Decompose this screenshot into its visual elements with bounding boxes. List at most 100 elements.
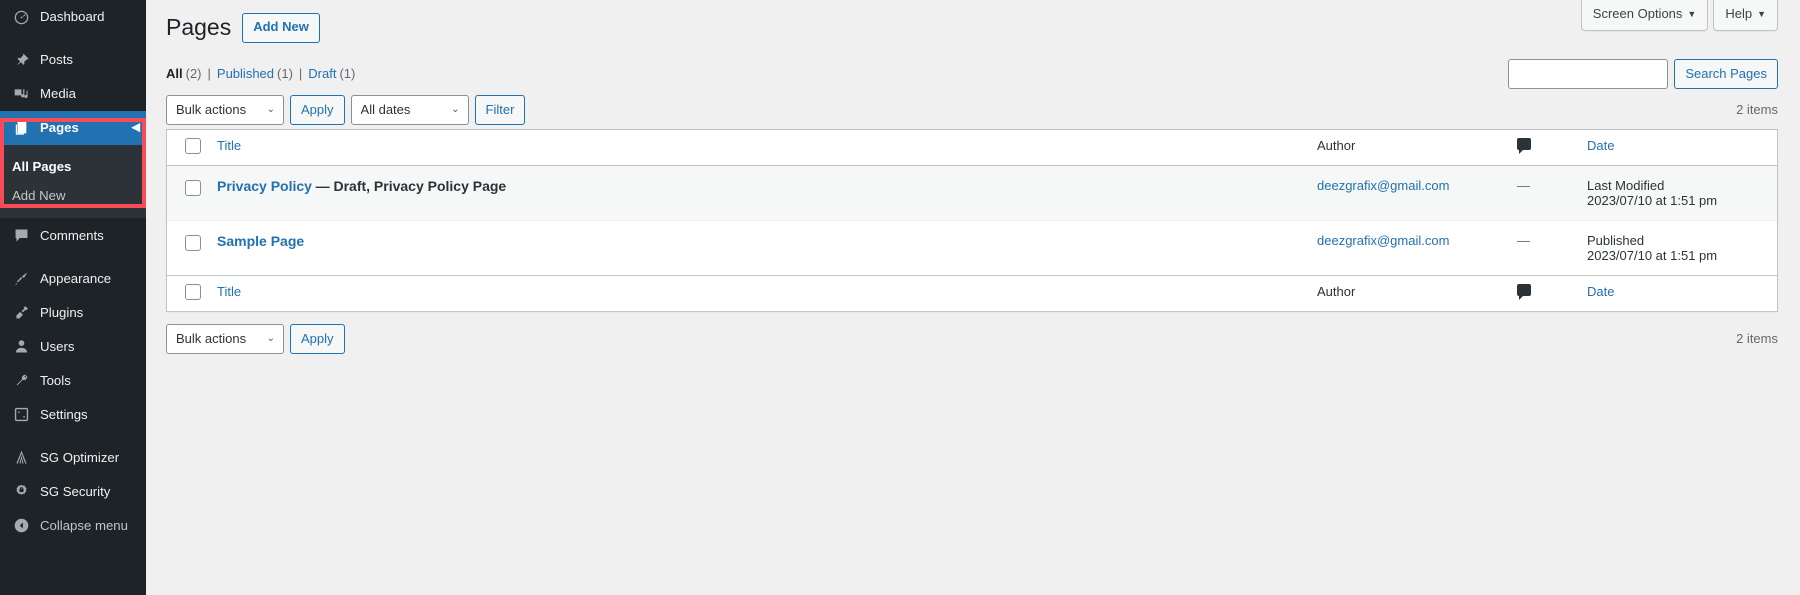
filter-all-label: All [166, 66, 183, 82]
pages-submenu: All Pages Add New [0, 145, 146, 219]
select-all-checkbox-top[interactable] [185, 137, 201, 154]
filter-draft[interactable]: Draft [308, 66, 336, 81]
submenu-item-label: All Pages [12, 159, 72, 174]
tablenav-bottom-actions: Bulk actions ⌄ Apply [166, 323, 345, 354]
table-row: Privacy Policy — Draft, Privacy Policy P… [167, 165, 1777, 221]
row-checkbox[interactable] [185, 179, 201, 196]
apply-button-bottom[interactable]: Apply [290, 323, 345, 354]
select-all-footer [167, 274, 207, 311]
column-footer-comments [1507, 274, 1577, 311]
row-select-cell [167, 166, 207, 221]
page-title: Pages [166, 14, 232, 40]
row-title-cell: Privacy Policy — Draft, Privacy Policy P… [207, 166, 1307, 221]
row-select-cell [167, 221, 207, 275]
sidebar-item-sg-optimizer[interactable]: SG Optimizer [0, 440, 146, 474]
help-button[interactable]: Help ▼ [1713, 0, 1778, 31]
sidebar-item-settings[interactable]: Settings [0, 397, 146, 431]
plugin-icon [10, 304, 32, 321]
sort-by-date-footer[interactable]: Date [1587, 284, 1614, 299]
row-title-link[interactable]: Privacy Policy [217, 178, 312, 194]
collapse-menu-label: Collapse menu [40, 517, 128, 533]
row-date-value: 2023/07/10 at 1:51 pm [1587, 192, 1718, 208]
select-all-checkbox-bottom[interactable] [185, 283, 201, 300]
sidebar-item-users[interactable]: Users [0, 329, 146, 363]
sidebar-item-label: Media [40, 86, 76, 102]
column-header-comments [1507, 130, 1577, 166]
row-date-cell: Published 2023/07/10 at 1:51 pm [1577, 221, 1777, 275]
sidebar-item-label: SG Security [40, 483, 111, 499]
page-title-row: Pages Add New [166, 0, 1778, 43]
sidebar-item-plugins[interactable]: Plugins [0, 295, 146, 329]
dates-select-wrapper: All dates ⌄ [350, 94, 469, 125]
sidebar-item-appearance[interactable]: Appearance [0, 261, 146, 295]
row-post-state: — Draft, Privacy Policy Page [315, 177, 507, 194]
items-count-top: 2 items [1736, 102, 1778, 118]
filters-and-search-row: All (2) | Published (1) | Draft (1) Sear… [166, 58, 1778, 89]
filter-separator: | [298, 66, 303, 82]
sort-by-title-footer[interactable]: Title [217, 284, 241, 299]
table-header-row: Title Author Date [167, 130, 1777, 166]
filter-published-label: Published [216, 66, 275, 82]
apply-button-top[interactable]: Apply [290, 94, 345, 125]
filter-all[interactable]: All [166, 66, 183, 81]
table-body: Privacy Policy — Draft, Privacy Policy P… [167, 165, 1777, 275]
filter-button[interactable]: Filter [474, 94, 526, 125]
bulk-actions-select-wrapper: Bulk actions ⌄ [166, 94, 284, 125]
status-filter-links: All (2) | Published (1) | Draft (1) [166, 66, 355, 81]
sidebar-item-comments[interactable]: Comments [0, 218, 146, 252]
collapse-left-icon [10, 517, 32, 534]
table-foot: Title Author Date [167, 274, 1777, 311]
filter-draft-count: (1) [339, 66, 356, 82]
sidebar-item-label: Appearance [40, 270, 112, 286]
filter-separator: | [207, 66, 211, 82]
submenu-item-label: Add New [12, 188, 66, 204]
row-comments-value: — [1517, 232, 1530, 248]
row-author-link[interactable]: deezgrafix@gmail.com [1317, 178, 1449, 193]
row-date-status: Published [1587, 232, 1645, 248]
dates-select[interactable]: All dates [350, 94, 469, 125]
sort-by-title[interactable]: Title [217, 138, 241, 153]
row-date-status: Last Modified [1587, 177, 1665, 193]
column-footer-date: Date [1577, 274, 1777, 311]
screen-options-label: Screen Options [1592, 6, 1683, 21]
sort-by-date[interactable]: Date [1587, 138, 1614, 153]
table-row: Sample Page deezgrafix@gmail.com — Publi… [167, 221, 1777, 275]
sidebar-item-dashboard[interactable]: Dashboard [0, 0, 146, 34]
sidebar-item-media[interactable]: Media [0, 77, 146, 111]
chevron-down-icon: ▼ [1687, 9, 1697, 19]
bulk-actions-select-top[interactable]: Bulk actions [166, 94, 284, 125]
row-checkbox[interactable] [185, 234, 201, 251]
row-author-link[interactable]: deezgrafix@gmail.com [1317, 233, 1449, 248]
sidebar-item-tools[interactable]: Tools [0, 363, 146, 397]
sidebar-item-label: Users [40, 338, 75, 354]
row-title-link[interactable]: Sample Page [217, 233, 304, 249]
sidebar-item-label: Plugins [40, 304, 84, 320]
chevron-left-icon: ◀ [131, 121, 140, 134]
collapse-menu-button[interactable]: Collapse menu [0, 508, 146, 542]
comment-icon [1517, 137, 1531, 154]
column-footer-title: Title [207, 274, 1307, 311]
filter-draft-label: Draft [308, 66, 337, 82]
screen-options-button[interactable]: Screen Options ▼ [1580, 0, 1709, 31]
sidebar-divider [0, 34, 146, 43]
admin-sidebar: Dashboard Posts Media Pages ◀ All Pages [0, 0, 146, 595]
search-pages-button[interactable]: Search Pages [1674, 58, 1778, 89]
comment-icon [10, 227, 32, 244]
search-input[interactable] [1508, 58, 1669, 89]
tablenav-bottom: Bulk actions ⌄ Apply 2 items [166, 323, 1778, 355]
sidebar-item-posts[interactable]: Posts [0, 43, 146, 77]
submenu-item-add-new[interactable]: Add New [0, 181, 146, 210]
pin-icon [10, 52, 32, 69]
sidebar-item-label: Settings [40, 406, 88, 422]
row-comments-value: — [1517, 177, 1530, 193]
bulk-actions-select-bottom[interactable]: Bulk actions [166, 323, 284, 354]
row-comments-cell: — [1507, 221, 1577, 275]
sidebar-item-pages[interactable]: Pages ◀ [0, 111, 146, 145]
add-new-button[interactable]: Add New [242, 13, 320, 43]
sidebar-item-label: Tools [40, 372, 71, 388]
submenu-item-all-pages[interactable]: All Pages [0, 152, 146, 181]
filter-published[interactable]: Published [217, 66, 274, 81]
column-header-author: Author [1307, 130, 1507, 166]
screen-meta-links: Screen Options ▼ Help ▼ [1580, 0, 1778, 31]
sidebar-item-sg-security[interactable]: SG Security [0, 474, 146, 508]
